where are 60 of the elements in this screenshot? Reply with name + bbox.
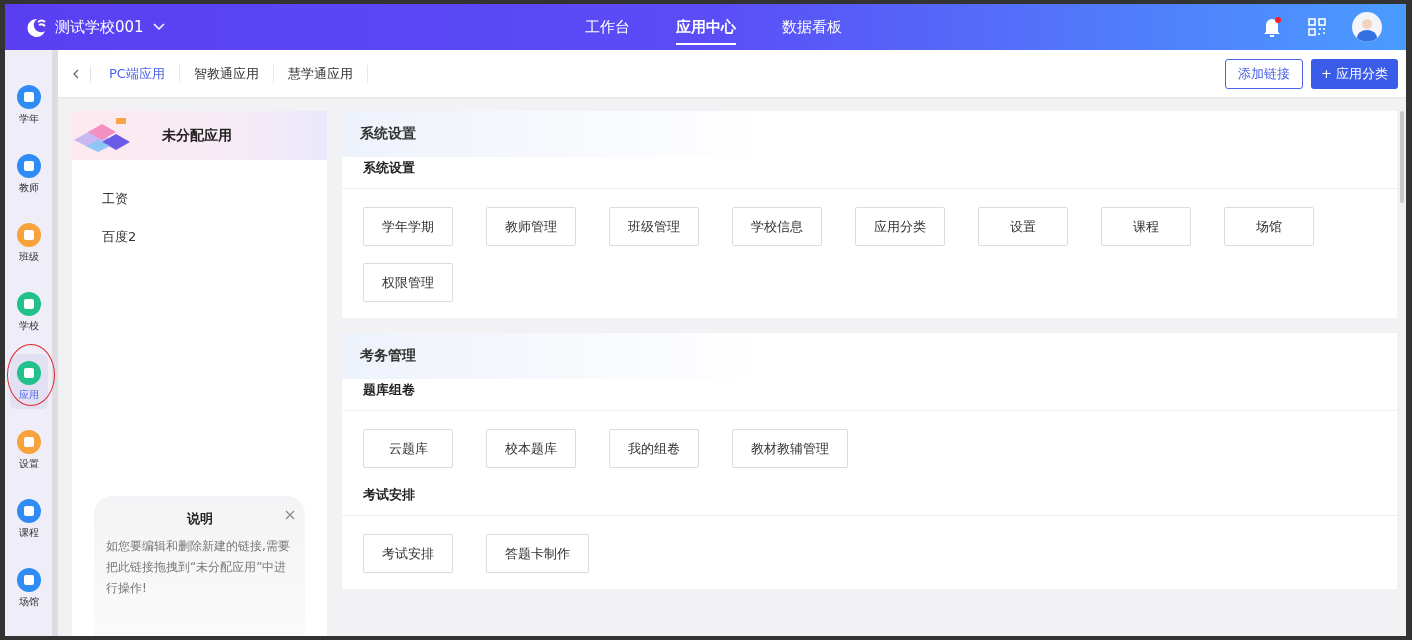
app-button[interactable]: 权限管理: [363, 263, 453, 302]
sidebar-item[interactable]: 学校: [9, 285, 48, 340]
nav-tab[interactable]: 数据看板: [782, 9, 842, 45]
app-tile-icon: [16, 361, 41, 385]
app-button[interactable]: 设置: [978, 207, 1068, 246]
app-button[interactable]: 课程: [1101, 207, 1191, 246]
sidebar-item[interactable]: 学年: [9, 78, 48, 133]
panel-title: 未分配应用: [162, 126, 232, 145]
app-tile-icon: [16, 499, 41, 523]
app-tile-icon: [16, 430, 41, 454]
add-category-button[interactable]: + 应用分类: [1310, 58, 1398, 89]
close-button[interactable]: [285, 508, 295, 522]
app-button[interactable]: 班级管理: [609, 207, 699, 246]
category-tab[interactable]: PC端应用: [95, 64, 180, 83]
app-button[interactable]: 教材教辅管理: [732, 429, 848, 468]
app-button[interactable]: 云题库: [363, 429, 453, 468]
back-button[interactable]: [72, 65, 91, 82]
app-button[interactable]: 校本题库: [486, 429, 576, 468]
app-tile-icon: [16, 568, 41, 592]
app-button[interactable]: 场馆: [1224, 207, 1314, 246]
close-icon: [285, 510, 295, 520]
scrollbar[interactable]: [1400, 111, 1404, 203]
sidebar-item[interactable]: 教师: [9, 147, 48, 202]
category-tab[interactable]: 智教通应用: [179, 64, 274, 83]
sidebar-item[interactable]: 场馆: [9, 561, 48, 616]
group-title: 考试安排: [363, 486, 415, 504]
chevron-left-icon: [72, 68, 80, 79]
app-list-item[interactable]: 百度2: [72, 218, 327, 256]
app-button[interactable]: 应用分类: [855, 207, 945, 246]
app-tile-icon: [16, 85, 41, 109]
category-tab[interactable]: 慧学通应用: [273, 64, 368, 83]
nav-tab[interactable]: 应用中心: [676, 9, 736, 45]
app-list-item[interactable]: 工资: [72, 180, 327, 218]
app-button[interactable]: 教师管理: [486, 207, 576, 246]
group-title: 系统设置: [363, 159, 415, 177]
logo-icon: [25, 16, 47, 38]
nav-tab[interactable]: 工作台: [585, 9, 630, 45]
add-link-button[interactable]: 添加链接: [1224, 58, 1303, 89]
app-button[interactable]: 考试安排: [363, 534, 453, 573]
section-title: 系统设置: [360, 125, 416, 143]
app-button[interactable]: 学校信息: [732, 207, 822, 246]
qr-code-icon[interactable]: [1308, 18, 1326, 36]
section-title: 考务管理: [360, 347, 416, 365]
app-button[interactable]: 学年学期: [363, 207, 453, 246]
school-name: 测试学校001: [55, 17, 144, 37]
app-button[interactable]: 我的组卷: [609, 429, 699, 468]
sidebar-item[interactable]: 应用: [9, 354, 48, 409]
sidebar-item[interactable]: 设置: [9, 423, 48, 478]
app-tile-icon: [16, 154, 41, 178]
sidebar-item[interactable]: 班级: [9, 216, 48, 271]
app-tile-icon: [16, 223, 41, 247]
info-text: 如您要编辑和删除新建的链接,需要把此链接拖拽到“未分配应用”中进行操作!: [106, 538, 291, 597]
app-tile-icon: [16, 292, 41, 316]
avatar-icon[interactable]: [1352, 12, 1382, 42]
bell-icon[interactable]: [1262, 16, 1282, 38]
chevron-down-icon[interactable]: [151, 22, 166, 32]
app-button[interactable]: 答题卡制作: [486, 534, 589, 573]
sidebar-item[interactable]: 课程: [9, 492, 48, 547]
group-title: 题库组卷: [363, 381, 415, 399]
info-title: 说明: [186, 510, 213, 528]
